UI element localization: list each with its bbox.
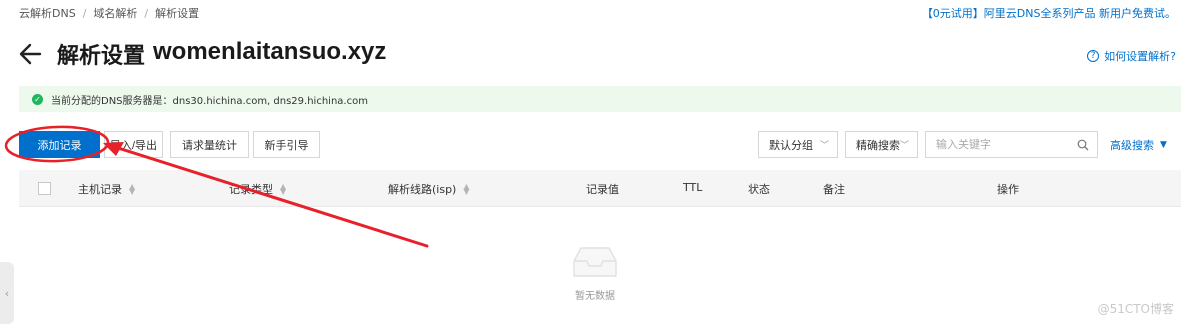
column-host[interactable]: 主机记录 ▲ ▼ [78, 181, 135, 197]
sort-icon[interactable]: ▲ ▼ [280, 183, 286, 196]
advanced-search-toggle[interactable]: 高级搜索 ▼ [1110, 137, 1167, 153]
breadcrumb-separator: / [82, 6, 87, 20]
page-title-domain: womenlaitansuo.xyz [153, 38, 387, 65]
help-link[interactable]: ? 如何设置解析? [1087, 48, 1176, 64]
column-remark: 备注 [823, 183, 845, 196]
breadcrumb-item-dns[interactable]: 云解析DNS [19, 5, 76, 21]
search-icon[interactable] [1077, 139, 1089, 151]
column-ttl: TTL [683, 181, 703, 194]
advanced-search-label: 高级搜索 [1110, 139, 1154, 152]
column-line[interactable]: 解析线路(isp) ▲ ▼ [388, 181, 470, 197]
column-type[interactable]: 记录类型 ▲ ▼ [229, 181, 286, 197]
help-link-label: 如何设置解析? [1104, 50, 1176, 63]
group-select-value: 默认分组 [769, 138, 813, 152]
group-select[interactable]: 默认分组 ﹀ [758, 131, 838, 158]
add-record-button[interactable]: 添加记录 [19, 131, 100, 158]
breadcrumb-item-domain[interactable]: 域名解析 [93, 5, 137, 21]
guide-button[interactable]: 新手引导 [253, 131, 320, 158]
sort-icon[interactable]: ▲ ▼ [129, 183, 135, 196]
empty-state-text: 暂无数据 [575, 291, 615, 302]
empty-state: 暂无数据 [572, 245, 618, 305]
page-title-label: 解析设置 [57, 44, 146, 69]
breadcrumb: 云解析DNS / 域名解析 / 解析设置 [19, 5, 199, 21]
column-actions: 操作 [997, 183, 1019, 196]
request-stats-button[interactable]: 请求量统计 [170, 131, 249, 158]
breadcrumb-item-current: 解析设置 [155, 7, 200, 20]
watermark: @51CTO博客 [1097, 302, 1174, 316]
chevron-down-icon: ﹀ [899, 141, 909, 151]
search-mode-select[interactable]: 精确搜索 ﹀ [845, 131, 918, 158]
collapse-sidebar-handle[interactable]: ‹ [0, 262, 14, 324]
search-mode-value: 精确搜索 [856, 138, 900, 152]
chevron-down-icon: ﹀ [819, 141, 829, 151]
column-status: 状态 [748, 183, 770, 196]
import-export-button[interactable]: 导入/导出 [104, 131, 163, 158]
column-line-label: 解析线路(isp) [388, 183, 457, 196]
back-arrow-icon[interactable] [18, 41, 44, 67]
column-host-label: 主机记录 [78, 183, 122, 196]
dns-server-notice-text: 当前分配的DNS服务器是：dns30.hichina.com, dns29.hi… [51, 95, 368, 107]
question-icon: ? [1087, 50, 1100, 62]
breadcrumb-separator: / [144, 6, 149, 20]
chevron-left-icon: ‹ [4, 286, 10, 300]
search-input[interactable] [936, 138, 1066, 151]
caret-down-icon: ▼ [1160, 140, 1167, 150]
column-type-label: 记录类型 [229, 183, 273, 196]
check-circle-icon: ✓ [32, 93, 43, 105]
select-all-checkbox[interactable] [38, 182, 51, 195]
column-value: 记录值 [586, 183, 619, 196]
page-title: 解析设置 womenlaitansuo.xyz [57, 38, 386, 70]
search-box [925, 131, 1098, 158]
sort-icon[interactable]: ▲ ▼ [463, 183, 469, 196]
empty-inbox-icon [573, 247, 617, 277]
table-header: 主机记录 ▲ ▼ 记录类型 ▲ ▼ 解析线路(isp) ▲ ▼ 记录值 TTL 状态 … [19, 170, 1181, 207]
promo-link[interactable]: 【0元试用】阿里云DNS全系列产品 新用户免费试。 [922, 5, 1176, 21]
dns-server-notice: ✓ 当前分配的DNS服务器是：dns30.hichina.com, dns29.… [19, 86, 1181, 112]
